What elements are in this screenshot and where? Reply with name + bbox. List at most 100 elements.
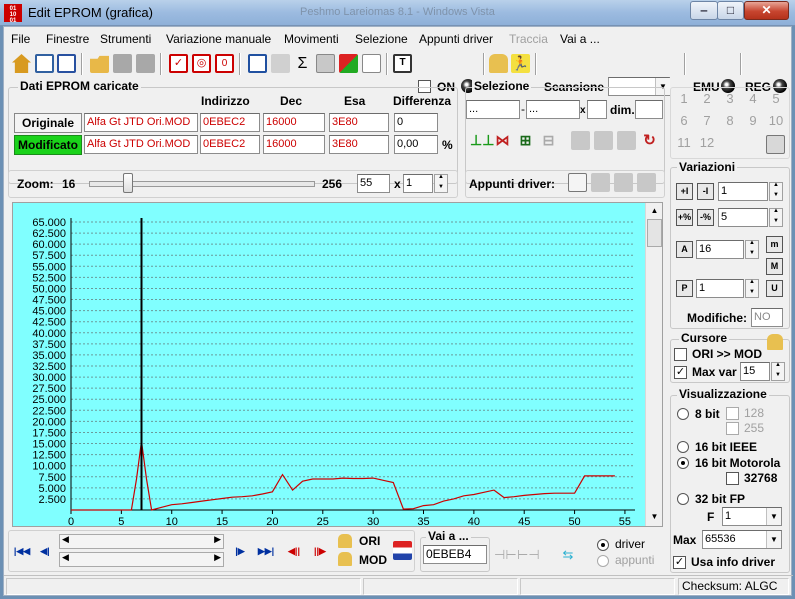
zoom-mult-spinner[interactable]: [434, 174, 448, 193]
modificato-file-field[interactable]: Alfa Gt JTD Ori.MOD: [84, 135, 198, 154]
map-7-button[interactable]: 7: [697, 113, 717, 131]
originale-esa-field[interactable]: 3E80: [329, 113, 389, 132]
variation-step-1-spinner[interactable]: [769, 182, 783, 201]
title-bar[interactable]: 01 10 01 Edit EPROM (grafica) Peshmo Larei…: [0, 0, 795, 26]
vai-a-address-field[interactable]: 0EBEB4: [423, 545, 487, 564]
v32768-checkbox[interactable]: [726, 472, 739, 485]
fp32-radio[interactable]: [677, 493, 689, 505]
variation-step-4-field[interactable]: 1: [696, 279, 744, 298]
max-dropdown-icon[interactable]: ▼: [766, 531, 781, 548]
nav-scrollbar-bottom[interactable]: ◀ ▶: [59, 552, 224, 567]
colors-icon[interactable]: [339, 54, 358, 73]
max-var-field[interactable]: 15: [740, 362, 770, 381]
appunti-new-icon[interactable]: [568, 173, 587, 192]
originale-indirizzo-field[interactable]: 0EBEC2: [200, 113, 260, 132]
undo-u-icon[interactable]: U: [766, 280, 783, 297]
check-icon[interactable]: ✓: [169, 54, 188, 73]
select-start-icon[interactable]: ⊥⊥: [470, 131, 494, 150]
number-icon[interactable]: 0: [215, 54, 234, 73]
appunti-paste-icon[interactable]: [614, 173, 633, 192]
vai-a-go-icon[interactable]: ⊣⊢: [494, 545, 517, 564]
prev-icon[interactable]: ◀|: [35, 541, 55, 561]
text-icon[interactable]: T: [393, 54, 412, 73]
paste-icon[interactable]: [594, 131, 613, 150]
decrease-percent-icon[interactable]: -%: [697, 209, 714, 226]
eprom-chart[interactable]: 02.5005.0007.50010.00012.50015.00017.500…: [13, 203, 662, 526]
modificato-button[interactable]: Modificato: [14, 135, 82, 155]
calculator-icon[interactable]: [248, 54, 267, 73]
increase-add-icon[interactable]: +I: [676, 183, 693, 200]
chart-vertical-scrollbar[interactable]: ▲ ▼: [645, 203, 662, 526]
originale-file-field[interactable]: Alfa Gt JTD Ori.MOD: [84, 113, 198, 132]
map-settings-icon[interactable]: [766, 135, 785, 154]
selezione-to-field[interactable]: ...: [526, 100, 580, 119]
ori-mod-checkbox[interactable]: [674, 348, 687, 361]
modificato-esa-field[interactable]: 3E80: [329, 135, 389, 154]
window-list-icon[interactable]: [57, 54, 76, 73]
prev-diff-icon[interactable]: ◀||: [284, 541, 304, 561]
home-icon[interactable]: [12, 54, 31, 73]
zoom-slider-thumb[interactable]: [123, 173, 133, 193]
f-dropdown-icon[interactable]: ▼: [766, 508, 781, 525]
increase-percent-icon[interactable]: +%: [676, 209, 693, 226]
variation-step-2-field[interactable]: 5: [718, 208, 768, 227]
menu-vai-a[interactable]: Vai a ...: [560, 32, 600, 46]
ori-lock-icon[interactable]: [338, 534, 352, 548]
flag-icon[interactable]: [393, 541, 412, 560]
menu-file[interactable]: File: [11, 32, 30, 46]
ori-label[interactable]: ORI: [359, 534, 380, 548]
zoom-value-field[interactable]: 55: [357, 174, 390, 193]
set-a-icon[interactable]: A: [676, 241, 693, 258]
copy-icon[interactable]: [571, 131, 590, 150]
close-button[interactable]: ✕: [744, 1, 789, 20]
nav-scrollbar-top[interactable]: ◀ ▶: [59, 534, 224, 549]
map-9-button[interactable]: 9: [743, 113, 763, 131]
originale-diff-field[interactable]: 0: [394, 113, 438, 132]
map-6-button[interactable]: 6: [674, 113, 694, 131]
appunti-copy-icon[interactable]: [591, 173, 610, 192]
paste-special-icon[interactable]: [617, 131, 636, 150]
last-icon[interactable]: ▶▶|: [256, 541, 276, 561]
map-10-button[interactable]: 10: [766, 113, 786, 131]
menu-traccia[interactable]: Traccia: [509, 32, 548, 46]
select-end-icon[interactable]: ⊞: [516, 131, 535, 150]
max-var-spinner[interactable]: [771, 362, 785, 381]
menu-strumenti[interactable]: Strumenti: [100, 32, 151, 46]
menu-variazione-manuale[interactable]: Variazione manuale: [166, 32, 271, 46]
windows-icon[interactable]: [35, 54, 54, 73]
cursore-lock-icon[interactable]: [767, 334, 783, 350]
menu-appunti-driver[interactable]: Appunti driver: [419, 32, 493, 46]
maximize-button[interactable]: □: [717, 1, 744, 20]
print-icon[interactable]: [316, 54, 335, 73]
v255-checkbox[interactable]: [726, 422, 739, 435]
selezione-from-field[interactable]: ...: [466, 100, 520, 119]
edit-icon[interactable]: [271, 54, 290, 73]
chart-panel[interactable]: 02.5005.0007.50010.00012.50015.00017.500…: [12, 202, 663, 527]
mod-lock-icon[interactable]: [338, 552, 352, 566]
lock-icon[interactable]: [489, 54, 508, 73]
variation-step-1-field[interactable]: 1: [718, 182, 768, 201]
save-icon[interactable]: [113, 54, 132, 73]
vai-a-back-icon[interactable]: ⊢⊣: [517, 545, 540, 564]
scroll-thumb[interactable]: [647, 219, 662, 247]
map-5-button[interactable]: 5: [766, 91, 786, 109]
select-mid-icon[interactable]: ⋈: [493, 131, 512, 150]
first-icon[interactable]: |◀◀: [12, 541, 32, 561]
set-p-icon[interactable]: P: [676, 280, 693, 297]
modificato-indirizzo-field[interactable]: 0EBEC2: [200, 135, 260, 154]
next-icon[interactable]: |▶: [230, 541, 250, 561]
ieee-radio[interactable]: [677, 441, 689, 453]
bit8-radio[interactable]: [677, 408, 689, 420]
refresh-icon[interactable]: ↻: [640, 131, 659, 150]
map-12-button[interactable]: 12: [697, 135, 717, 153]
variation-step-2-spinner[interactable]: [769, 208, 783, 227]
appunti-radio[interactable]: [597, 555, 609, 567]
run-icon[interactable]: 🏃: [511, 54, 530, 73]
decrease-sub-icon[interactable]: -I: [697, 183, 714, 200]
variation-step-3-spinner[interactable]: [745, 240, 759, 259]
save-as-icon[interactable]: [136, 54, 155, 73]
min-m-icon[interactable]: m: [766, 236, 783, 253]
originale-dec-field[interactable]: 16000: [263, 113, 325, 132]
originale-button[interactable]: Originale: [14, 113, 82, 133]
variation-step-3-field[interactable]: 16: [696, 240, 744, 259]
